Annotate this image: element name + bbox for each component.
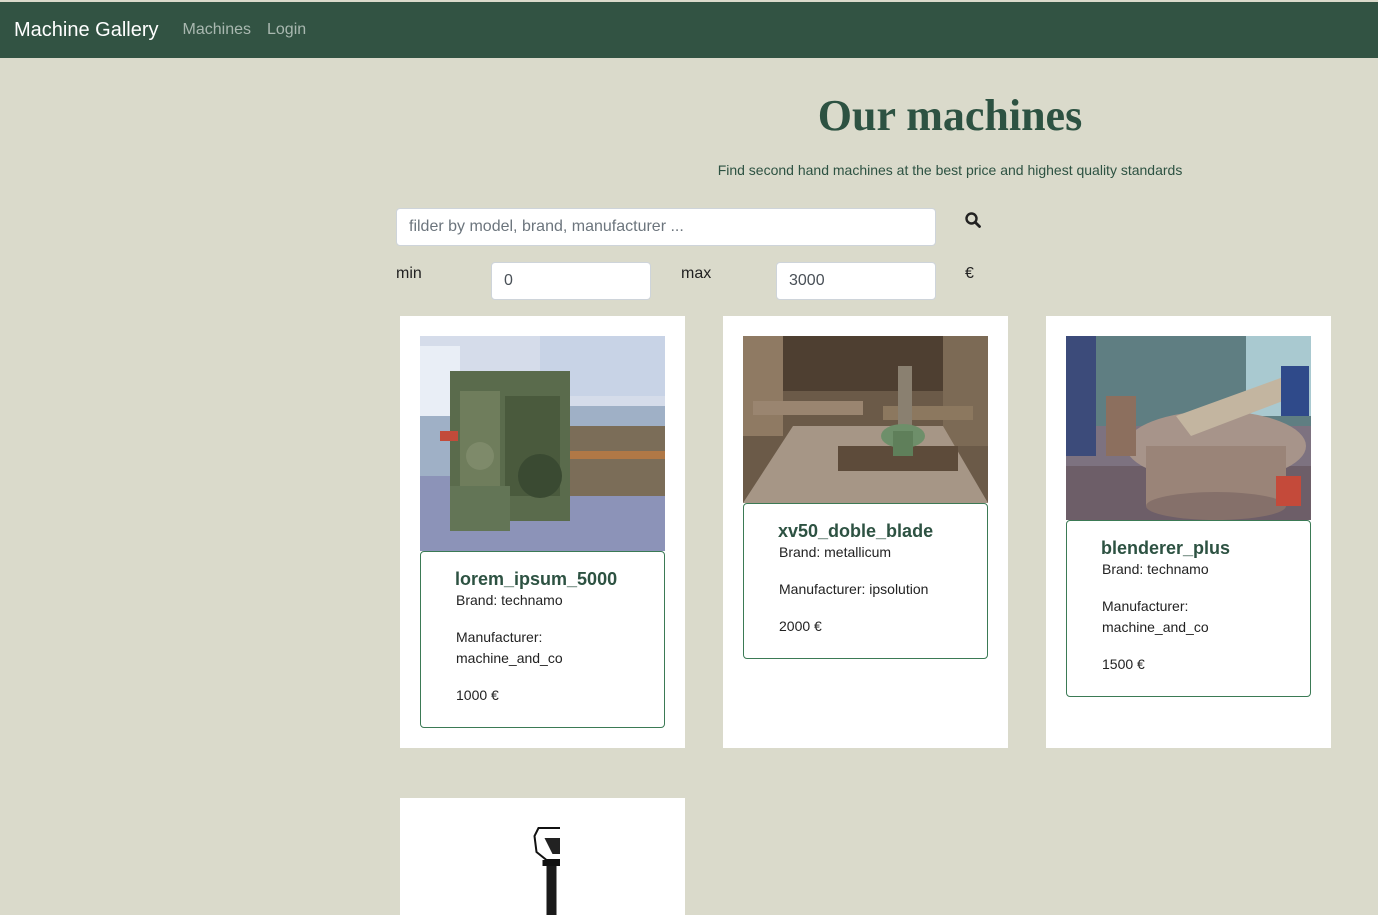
machine-info: blenderer_plus Brand: technamo Manufactu… bbox=[1066, 520, 1311, 697]
machine-brand: Brand: metallicum bbox=[779, 544, 892, 560]
machine-manufacturer-label: Manufacturer: bbox=[1102, 598, 1189, 614]
max-price-input[interactable] bbox=[776, 262, 936, 300]
min-label: min bbox=[396, 265, 422, 282]
page-subtitle: Find second hand machines at the best pr… bbox=[717, 162, 1183, 178]
max-label: max bbox=[681, 265, 712, 282]
machine-photo bbox=[743, 336, 988, 503]
brand-link[interactable]: Machine Gallery bbox=[14, 19, 159, 42]
machine-price: 1500 € bbox=[1102, 656, 1145, 672]
machine-name[interactable]: lorem_ipsum_5000 bbox=[455, 568, 644, 590]
search-icon[interactable] bbox=[964, 211, 982, 229]
nav-link-machines[interactable]: Machines bbox=[183, 21, 251, 39]
currency-label: € bbox=[965, 265, 974, 282]
machine-manufacturer: Manufacturer: ipsolution bbox=[779, 581, 929, 597]
machine-name[interactable]: blenderer_plus bbox=[1101, 537, 1290, 559]
machine-card[interactable] bbox=[400, 798, 685, 915]
nav-link-login[interactable]: Login bbox=[267, 21, 306, 39]
top-navbar: Machine Gallery Machines Login bbox=[0, 2, 1378, 58]
machine-manufacturer-label: Manufacturer: bbox=[456, 629, 543, 645]
machine-photo bbox=[1066, 336, 1311, 520]
machine-card[interactable]: xv50_doble_blade Brand: metallicum Manuf… bbox=[723, 316, 1008, 748]
machine-card[interactable]: lorem_ipsum_5000 Brand: technamo Manufac… bbox=[400, 316, 685, 748]
machine-manufacturer: machine_and_co bbox=[456, 650, 563, 666]
machine-brand: Brand: technamo bbox=[456, 592, 563, 608]
search-input[interactable] bbox=[396, 208, 936, 246]
machine-name[interactable]: xv50_doble_blade bbox=[778, 520, 967, 542]
min-price-input[interactable] bbox=[491, 262, 651, 300]
machine-photo bbox=[420, 336, 665, 551]
machine-info: lorem_ipsum_5000 Brand: technamo Manufac… bbox=[420, 551, 665, 728]
machine-manufacturer: machine_and_co bbox=[1102, 619, 1209, 635]
machine-photo bbox=[460, 824, 560, 915]
machine-info: xv50_doble_blade Brand: metallicum Manuf… bbox=[743, 503, 988, 659]
machine-price: 1000 € bbox=[456, 687, 499, 703]
page-title: Our machines bbox=[817, 91, 1083, 140]
machine-price: 2000 € bbox=[779, 618, 822, 634]
machine-card[interactable]: blenderer_plus Brand: technamo Manufactu… bbox=[1046, 316, 1331, 748]
machine-brand: Brand: technamo bbox=[1102, 561, 1209, 577]
